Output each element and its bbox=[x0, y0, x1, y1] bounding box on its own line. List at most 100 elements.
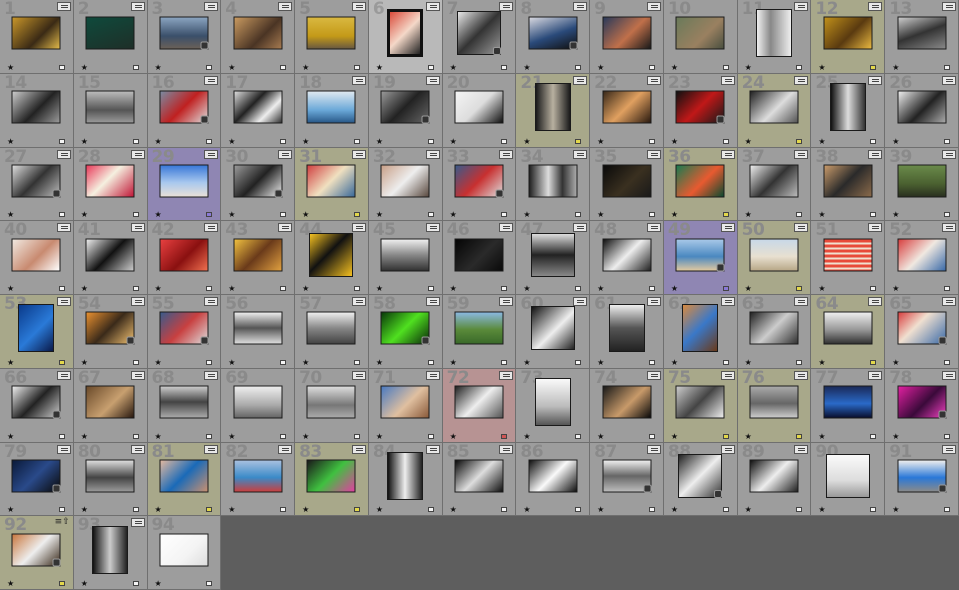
grid-cell[interactable]: 19 ★ bbox=[368, 73, 443, 148]
photo-thumbnail[interactable] bbox=[387, 451, 424, 500]
photo-thumbnail[interactable] bbox=[749, 385, 799, 419]
grid-cell[interactable]: 81 ★ bbox=[147, 442, 222, 517]
grid-cell[interactable]: 33 ★ bbox=[442, 147, 517, 222]
photo-thumbnail[interactable] bbox=[85, 164, 135, 198]
photo-thumbnail[interactable] bbox=[159, 164, 209, 198]
color-label-flag[interactable] bbox=[796, 507, 803, 513]
photo-thumbnail[interactable] bbox=[11, 16, 61, 50]
photo-thumbnail[interactable] bbox=[823, 238, 873, 272]
filmstrip-badge-icon[interactable] bbox=[130, 297, 145, 306]
filmstrip-badge-icon[interactable] bbox=[351, 297, 366, 306]
color-label-flag[interactable] bbox=[648, 507, 655, 513]
filmstrip-badge-icon[interactable] bbox=[794, 370, 809, 380]
color-label-flag[interactable] bbox=[648, 286, 655, 291]
star-icon[interactable]: ★ bbox=[7, 284, 14, 293]
grid-cell[interactable]: 31 ★ bbox=[295, 147, 369, 222]
color-label-flag[interactable] bbox=[501, 64, 508, 70]
photo-thumbnail[interactable] bbox=[897, 90, 947, 124]
photo-thumbnail[interactable] bbox=[380, 238, 430, 272]
grid-cell[interactable]: 6 ★ bbox=[368, 0, 443, 74]
photo-thumbnail[interactable] bbox=[454, 164, 504, 198]
color-label-flag[interactable] bbox=[722, 359, 729, 365]
photo-thumbnail[interactable] bbox=[233, 385, 283, 419]
star-icon[interactable]: ★ bbox=[818, 284, 825, 293]
star-icon[interactable]: ★ bbox=[818, 210, 825, 219]
star-icon[interactable]: ★ bbox=[228, 358, 235, 367]
color-label-flag[interactable] bbox=[132, 359, 139, 365]
photo-thumbnail[interactable] bbox=[456, 11, 501, 56]
filmstrip-badge-icon[interactable] bbox=[351, 149, 366, 159]
photo-thumbnail[interactable] bbox=[749, 311, 799, 345]
filmstrip-badge-icon[interactable] bbox=[204, 2, 219, 11]
filmstrip-badge-icon[interactable] bbox=[868, 370, 883, 380]
grid-cell[interactable]: 16 ★ bbox=[147, 73, 222, 148]
star-icon[interactable]: ★ bbox=[302, 432, 309, 441]
filmstrip-badge-icon[interactable] bbox=[56, 2, 71, 11]
photo-thumbnail[interactable] bbox=[233, 311, 283, 345]
color-label-flag[interactable] bbox=[427, 286, 434, 291]
color-label-flag[interactable] bbox=[501, 507, 508, 513]
filmstrip-badge-icon[interactable] bbox=[278, 444, 293, 454]
photo-thumbnail[interactable] bbox=[85, 459, 135, 493]
filmstrip-badge-icon[interactable] bbox=[573, 297, 588, 306]
filmstrip-badge-icon[interactable] bbox=[720, 370, 735, 380]
color-label-flag[interactable] bbox=[575, 286, 582, 291]
star-icon[interactable]: ★ bbox=[597, 505, 604, 514]
color-label-flag[interactable] bbox=[353, 507, 360, 513]
photo-thumbnail[interactable] bbox=[675, 164, 725, 198]
grid-cell[interactable]: 76 ★ bbox=[737, 368, 812, 443]
star-icon[interactable]: ★ bbox=[818, 63, 825, 72]
grid-cell[interactable]: 71 ★ bbox=[368, 368, 443, 443]
star-icon[interactable]: ★ bbox=[155, 210, 162, 219]
filmstrip-badge-icon[interactable] bbox=[646, 2, 661, 11]
photo-thumbnail[interactable] bbox=[528, 16, 578, 50]
grid-cell[interactable]: 13 ★ bbox=[885, 0, 959, 74]
grid-cell[interactable]: 60 ★ bbox=[516, 295, 591, 369]
color-label-flag[interactable] bbox=[58, 138, 65, 144]
grid-cell[interactable]: 55 ★ bbox=[147, 295, 222, 369]
color-label-flag[interactable] bbox=[280, 138, 287, 144]
star-icon[interactable]: ★ bbox=[523, 284, 530, 293]
color-label-flag[interactable] bbox=[722, 64, 729, 70]
photo-thumbnail[interactable] bbox=[387, 9, 424, 58]
grid-cell[interactable]: 74 ★ bbox=[590, 368, 664, 443]
color-label-flag[interactable] bbox=[722, 286, 729, 291]
color-label-flag[interactable] bbox=[796, 138, 803, 144]
color-label-flag[interactable] bbox=[427, 64, 434, 70]
star-icon[interactable]: ★ bbox=[597, 210, 604, 219]
star-icon[interactable]: ★ bbox=[671, 63, 678, 72]
photo-thumbnail[interactable] bbox=[675, 16, 725, 50]
grid-cell[interactable]: 93 ★ bbox=[73, 516, 148, 590]
color-label-flag[interactable] bbox=[870, 64, 877, 70]
star-icon[interactable]: ★ bbox=[450, 358, 457, 367]
filmstrip-badge-icon[interactable] bbox=[425, 370, 440, 380]
photo-thumbnail[interactable] bbox=[85, 311, 135, 345]
star-icon[interactable]: ★ bbox=[892, 284, 899, 293]
grid-cell[interactable]: 9 ★ bbox=[590, 0, 664, 74]
filmstrip-badge-icon[interactable] bbox=[868, 75, 883, 85]
filmstrip-badge-icon[interactable] bbox=[425, 297, 440, 306]
filmstrip-badge-icon[interactable] bbox=[499, 370, 514, 380]
grid-cell[interactable]: 1 ★ bbox=[0, 0, 74, 74]
star-icon[interactable]: ★ bbox=[7, 432, 14, 441]
star-icon[interactable]: ★ bbox=[597, 137, 604, 146]
photo-thumbnail[interactable] bbox=[602, 164, 651, 198]
color-label-flag[interactable] bbox=[870, 138, 877, 144]
photo-thumbnail[interactable] bbox=[897, 238, 947, 272]
color-label-flag[interactable] bbox=[132, 212, 139, 218]
photo-thumbnail[interactable] bbox=[678, 453, 723, 498]
grid-cell[interactable]: 42 ★ bbox=[147, 221, 222, 295]
star-icon[interactable]: ★ bbox=[302, 137, 309, 146]
filmstrip-badge-icon[interactable] bbox=[941, 75, 956, 85]
grid-cell[interactable]: 2 ★ bbox=[73, 0, 148, 74]
grid-cell[interactable]: 72 ★ bbox=[442, 368, 517, 443]
grid-cell[interactable]: 67 ★ bbox=[73, 368, 148, 443]
color-label-flag[interactable] bbox=[280, 212, 287, 218]
star-icon[interactable]: ★ bbox=[228, 63, 235, 72]
color-label-flag[interactable] bbox=[132, 581, 139, 586]
color-label-flag[interactable] bbox=[943, 433, 950, 439]
color-label-flag[interactable] bbox=[427, 212, 434, 218]
star-icon[interactable]: ★ bbox=[745, 137, 752, 146]
filmstrip-badge-icon[interactable] bbox=[278, 2, 293, 11]
star-icon[interactable]: ★ bbox=[450, 210, 457, 219]
